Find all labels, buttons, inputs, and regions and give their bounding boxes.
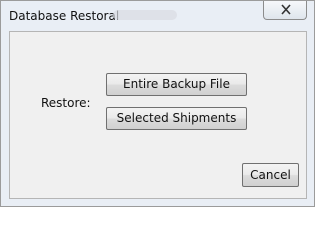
restore-label: Restore: xyxy=(41,96,91,110)
title-bar[interactable]: Database Restoral xyxy=(1,1,314,31)
dialog-content: Restore: Entire Backup File Selected Shi… xyxy=(9,31,307,199)
window-title: Database Restoral xyxy=(9,9,120,23)
close-button[interactable] xyxy=(263,1,307,20)
dialog-window: Database Restoral Restore: Entire Backup… xyxy=(0,0,315,207)
cancel-button[interactable]: Cancel xyxy=(242,163,299,187)
blurred-title-text xyxy=(113,10,177,20)
entire-backup-file-button[interactable]: Entire Backup File xyxy=(106,73,247,96)
close-icon xyxy=(281,4,291,15)
selected-shipments-button[interactable]: Selected Shipments xyxy=(106,107,247,130)
